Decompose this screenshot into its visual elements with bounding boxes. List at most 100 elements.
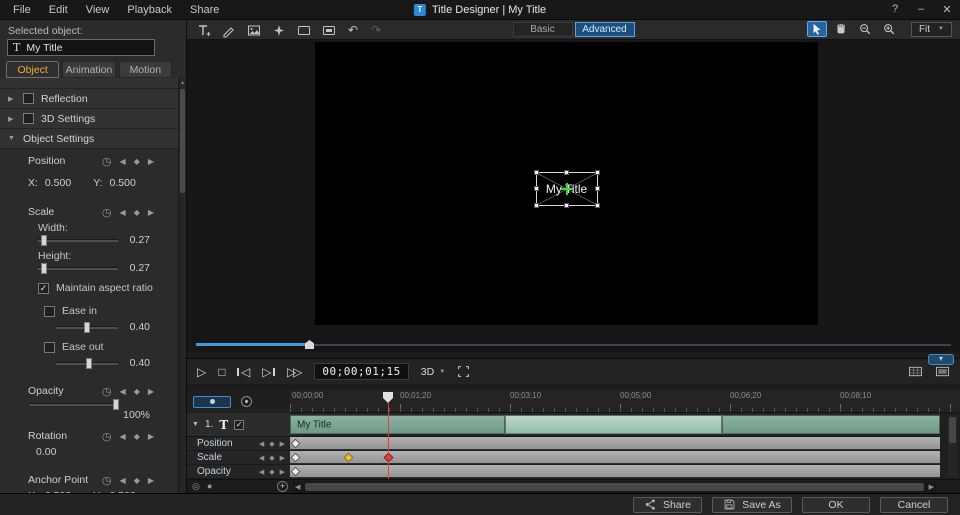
add-keyframe-icon[interactable]: ◆ [134,387,140,396]
next-keyframe-icon[interactable]: ▶ [280,468,285,476]
opacity-slider[interactable] [30,399,119,410]
keyframe-mode-button[interactable] [241,396,252,407]
height-value[interactable]: 0.27 [130,262,150,274]
pan-tool-button[interactable] [831,21,851,37]
expand-icon[interactable]: ▶ [8,115,16,123]
fullscreen-button[interactable] [457,365,470,378]
keyframe-marker[interactable] [290,438,301,449]
background-button[interactable] [320,22,338,38]
keyframe-timer-icon[interactable]: ◷ [102,206,112,219]
next-keyframe-icon[interactable]: ▶ [148,387,154,396]
selection-handle[interactable] [594,203,600,209]
h-scrollbar-thumb[interactable] [305,483,924,491]
ease-in-value[interactable]: 0.40 [130,321,150,333]
timeline-v-scrollbar[interactable] [948,415,957,477]
add-keyframe-icon[interactable]: ◆ [269,440,274,448]
keyframe-timer-icon[interactable]: ◷ [102,474,112,487]
opacity-row-header[interactable]: Opacity ◀ ◆ ▶ [187,465,290,479]
close-button[interactable]: ✕ [940,3,954,16]
next-keyframe-icon[interactable]: ▶ [148,432,154,441]
dual-preview-button[interactable] [935,365,950,378]
selection-handle[interactable] [563,170,569,176]
ease-in-slider-thumb[interactable] [83,322,90,333]
section-object-settings[interactable]: ▼ Object Settings [0,129,178,149]
keyframe-range-button[interactable] [193,395,231,408]
reflection-checkbox[interactable] [23,93,34,104]
undo-button[interactable]: ↶ [345,23,361,37]
collapse-track-icon[interactable]: ▼ [192,421,199,428]
tab-object[interactable]: Object [6,61,60,78]
opacity-value[interactable]: 100% [123,409,150,421]
timeline-dot-icon[interactable]: ● [207,481,212,491]
tab-motion[interactable]: Motion [118,61,172,78]
scale-row-header[interactable]: Scale ◀ ◆ ▶ [187,451,290,465]
add-track-button[interactable]: + [277,481,288,492]
expand-icon[interactable]: ▶ [8,95,16,103]
track-enabled-checkbox[interactable]: ✓ [234,419,245,430]
keyframe-marker[interactable] [290,466,301,477]
selection-handle[interactable] [533,170,539,176]
ease-out-checkbox[interactable] [44,341,55,353]
prev-keyframe-icon[interactable]: ◀ [120,208,126,217]
insert-text-button[interactable] [195,22,213,38]
zoom-in-button[interactable] [879,21,899,37]
prev-keyframe-icon[interactable]: ◀ [120,387,126,396]
keyframe-timer-icon[interactable]: ◷ [102,430,112,443]
ease-in-slider[interactable] [56,322,118,333]
next-keyframe-icon[interactable]: ▶ [148,476,154,485]
keyframe-timer-icon[interactable]: ◷ [102,385,112,398]
play-button[interactable]: ▷ [197,365,206,379]
help-button[interactable]: ? [888,3,902,16]
preview-scrubber[interactable] [196,340,951,349]
ok-button[interactable]: OK [802,496,870,513]
pen-tool-button[interactable] [220,22,238,38]
ease-out-slider[interactable] [56,358,118,369]
add-keyframe-icon[interactable]: ◆ [134,157,140,166]
anchor-crosshair[interactable] [560,183,573,196]
share-button[interactable]: Share [632,496,702,513]
scroll-right-icon[interactable]: ▶ [929,483,934,491]
keyframe-timer-icon[interactable]: ◷ [102,155,112,168]
selection-handle[interactable] [594,170,600,176]
menu-file[interactable]: File [4,4,40,16]
menu-share[interactable]: Share [181,4,228,16]
scrubber-thumb[interactable] [305,340,314,349]
maintain-aspect-checkbox[interactable]: ✓ [38,282,49,294]
3d-settings-checkbox[interactable] [23,113,34,124]
height-slider[interactable] [38,263,118,274]
ease-out-value[interactable]: 0.40 [130,357,150,369]
next-keyframe-icon[interactable]: ▶ [280,454,285,462]
prev-keyframe-icon[interactable]: ◀ [120,476,126,485]
v-scrollbar-thumb[interactable] [949,417,956,443]
fit-dropdown[interactable]: Fit ▼ [910,21,952,37]
rotation-value[interactable]: 0.00 [36,446,56,458]
scroll-left-icon[interactable]: ◀ [295,483,300,491]
opacity-slider-thumb[interactable] [112,399,119,410]
prev-keyframe-icon[interactable]: ◀ [120,432,126,441]
preview-canvas[interactable]: My Title [315,42,818,325]
timecode-display[interactable]: 00;00;01;15 [314,363,409,380]
add-keyframe-icon[interactable]: ◆ [134,432,140,441]
insert-image-button[interactable] [245,22,263,38]
prev-keyframe-icon[interactable]: ◀ [259,440,264,448]
object-name-input[interactable] [26,41,162,54]
next-keyframe-icon[interactable]: ▶ [148,157,154,166]
add-keyframe-icon[interactable]: ◆ [269,454,274,462]
panel-scrollbar[interactable]: ▲ [178,78,186,493]
maintain-aspect-row[interactable]: ✓ Maintain aspect ratio [38,282,153,294]
add-keyframe-icon[interactable]: ◆ [134,476,140,485]
tab-animation[interactable]: Animation [62,61,116,78]
menu-view[interactable]: View [77,4,119,16]
track-header[interactable]: ▼ 1. T ✓ [187,413,290,437]
position-y-value[interactable]: 0.500 [110,177,136,189]
selection-handle[interactable] [563,203,569,209]
grid-overlay-button[interactable] [908,365,923,378]
scroll-up-icon[interactable]: ▲ [179,78,186,86]
add-keyframe-icon[interactable]: ◆ [134,208,140,217]
frame-button[interactable] [295,22,313,38]
step-forward-button[interactable]: ▷ [262,365,275,379]
ease-out-slider-thumb[interactable] [85,358,92,369]
position-x-value[interactable]: 0.500 [45,177,71,189]
ease-in-row[interactable]: Ease in [44,305,97,317]
section-3d-settings[interactable]: ▶ 3D Settings [0,109,178,129]
